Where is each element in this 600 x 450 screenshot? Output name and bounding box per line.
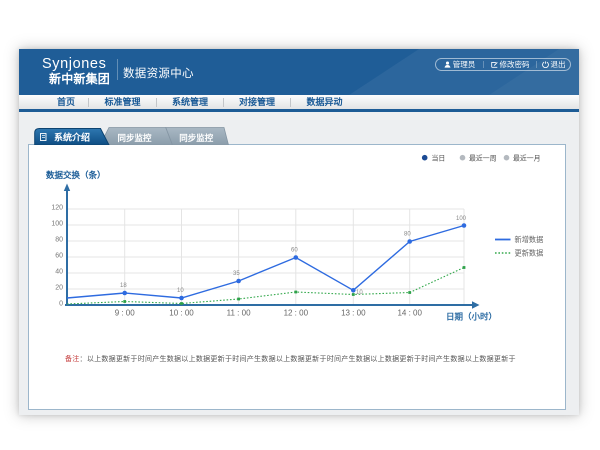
svg-text:120: 120 (51, 205, 63, 212)
svg-text:80: 80 (404, 232, 411, 238)
svg-text:系统介绍: 系统介绍 (54, 132, 90, 143)
svg-text:最近一月: 最近一月 (513, 153, 541, 162)
svg-text:10: 10 (177, 288, 184, 294)
svg-text:当日: 当日 (432, 153, 446, 162)
svg-text:40: 40 (55, 269, 63, 276)
svg-text:同步监控: 同步监控 (118, 133, 153, 143)
svg-text:80: 80 (55, 237, 63, 244)
svg-text:新增数据: 新增数据 (515, 235, 544, 244)
svg-text:100: 100 (456, 216, 467, 222)
svg-text:20: 20 (55, 285, 63, 292)
svg-text:14 : 00: 14 : 00 (397, 309, 422, 318)
svg-text:13 : 00: 13 : 00 (341, 309, 366, 318)
svg-text:数据交换（条）: 数据交换（条） (46, 170, 106, 180)
svg-text:日期（小时）: 日期（小时） (446, 312, 497, 322)
svg-text:18: 18 (120, 283, 127, 289)
svg-text:10: 10 (356, 290, 363, 296)
svg-text:最近一周: 最近一周 (469, 153, 497, 162)
svg-text:更新数据: 更新数据 (515, 249, 544, 258)
svg-text:10 : 00: 10 : 00 (169, 309, 194, 318)
svg-text:同步监控: 同步监控 (179, 133, 214, 143)
svg-text:12 : 00: 12 : 00 (284, 309, 309, 318)
svg-text:0: 0 (59, 301, 63, 308)
svg-text:60: 60 (55, 253, 63, 260)
svg-text:60: 60 (291, 248, 298, 254)
svg-text:11 : 00: 11 : 00 (227, 309, 251, 318)
svg-text:35: 35 (233, 271, 240, 277)
svg-text:9 : 00: 9 : 00 (115, 309, 136, 318)
svg-text:100: 100 (51, 221, 63, 228)
